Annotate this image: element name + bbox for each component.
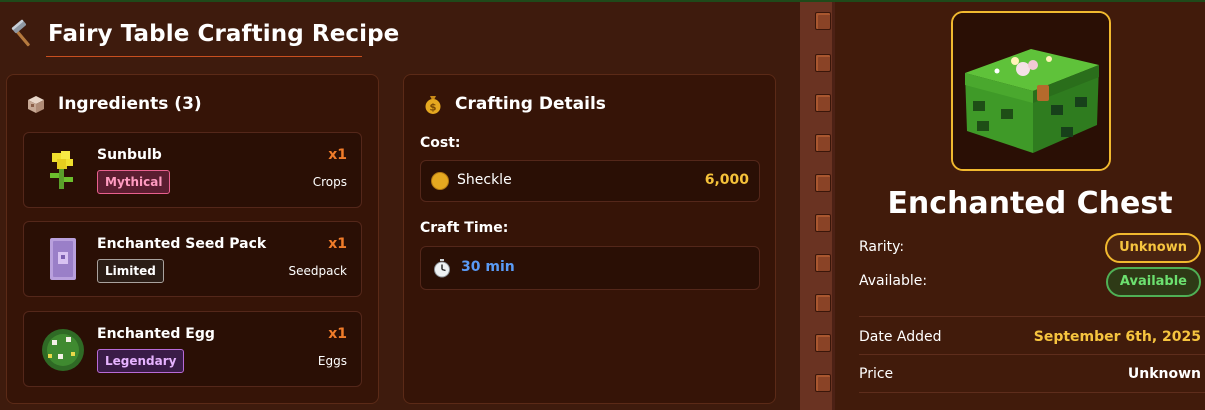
ingredient-item[interactable]: Sunbulb x1 Mythical Crops [23,132,362,208]
ingredients-card: Ingredients (3) Sunbulb x1 Mythical Crop… [6,74,379,404]
enchanted-chest-icon [953,13,1109,169]
craft-time-label: Craft Time: [420,220,509,236]
price-value: Unknown [1127,366,1201,382]
sheckle-coin-icon [431,172,449,190]
divider-stud [815,94,831,112]
craft-time-box: 30 min [420,246,760,290]
ingredients-title: Ingredients (3) [58,94,202,114]
divider-stud [815,12,831,30]
divider-stud [815,134,831,152]
rarity-badge: Mythical [97,170,171,194]
ingredient-name: Sunbulb [97,147,162,163]
ingredient-name: Enchanted Seed Pack [97,236,267,252]
title-underline [46,56,362,57]
money-bag-icon: $ [425,96,441,114]
page-title: Fairy Table Crafting Recipe [48,21,400,47]
divider-stud [815,334,831,352]
divider-stud [815,254,831,272]
divider-line [859,316,1205,317]
ingredient-quantity: x1 [328,236,347,252]
divider-stud [815,174,831,192]
rarity-badge: Legendary [97,349,185,373]
divider-stud [815,294,831,312]
rarity-label: Rarity: [859,239,905,255]
divider-line [859,392,1205,393]
crate-icon [28,96,44,113]
ingredient-name: Enchanted Egg [97,326,215,342]
divider-stud [815,374,831,392]
item-image-frame [951,11,1111,171]
ingredient-category: Crops [312,175,347,189]
cost-label: Cost: [420,135,461,151]
item-title: Enchanted Chest [887,186,1173,221]
ingredient-category: Seedpack [288,264,347,278]
divider-stud [815,214,831,232]
availability-pill: Available [1105,267,1201,297]
ingredient-category: Eggs [317,354,347,368]
date-added-value: September 6th, 2025 [1033,329,1201,345]
crafting-details-card: $ Crafting Details Cost: Sheckle 6,000 C… [403,74,776,404]
divider-line [859,354,1205,355]
rarity-pill: Unknown [1105,233,1201,263]
ingredient-quantity: x1 [328,147,347,163]
cost-value: 6,000 [704,172,749,188]
date-added-label: Date Added [859,329,942,345]
available-label: Available: [859,273,928,289]
recipe-panel: Fairy Table Crafting Recipe Ingredients … [0,2,800,410]
rarity-badge: Limited [97,259,164,283]
price-label: Price [859,366,894,382]
stopwatch-icon [434,259,450,278]
divider-stud [815,54,831,72]
item-info-panel: Enchanted Chest Rarity: Unknown Availabl… [835,2,1205,410]
title-row: Fairy Table Crafting Recipe [8,16,399,52]
svg-text:$: $ [430,103,437,114]
ingredient-item[interactable]: Enchanted Egg x1 Legendary Eggs [23,311,362,387]
decorative-divider [800,2,835,410]
hammer-icon [11,19,30,47]
ingredient-item[interactable]: Enchanted Seed Pack x1 Limited Seedpack [23,221,362,297]
sunbulb-icon [50,151,73,189]
seed-pack-icon [50,238,76,280]
craft-time-value: 30 min [461,259,515,275]
crafting-details-heading: $ Crafting Details [422,93,606,115]
ingredients-heading: Ingredients (3) [25,93,202,115]
egg-icon [42,329,84,371]
cost-box: Sheckle 6,000 [420,160,760,202]
crafting-details-title: Crafting Details [455,94,606,114]
ingredient-quantity: x1 [328,326,347,342]
currency-name: Sheckle [457,172,512,188]
